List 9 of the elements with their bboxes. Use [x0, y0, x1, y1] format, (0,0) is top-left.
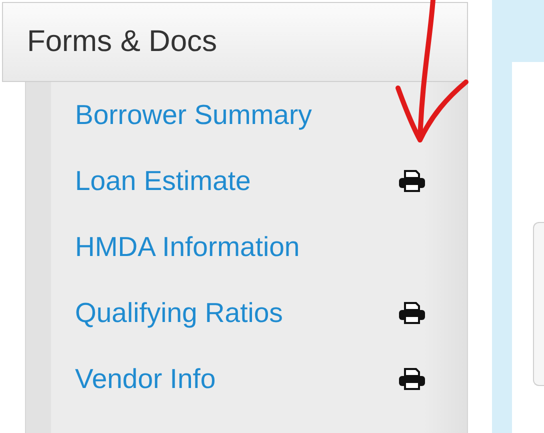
print-icon[interactable]	[398, 170, 426, 192]
sidebar-link[interactable]: Borrower Summary	[75, 99, 312, 131]
sidebar-link[interactable]: HMDA Information	[75, 231, 300, 263]
print-icon[interactable]	[398, 302, 426, 324]
panel-title: Forms & Docs	[27, 25, 218, 59]
sidebar-link[interactable]: Qualifying Ratios	[75, 297, 283, 329]
sidebar-link[interactable]: Loan Estimate	[75, 165, 251, 197]
sidebar-link[interactable]: Vendor Info	[75, 363, 216, 395]
print-icon[interactable]	[398, 368, 426, 390]
